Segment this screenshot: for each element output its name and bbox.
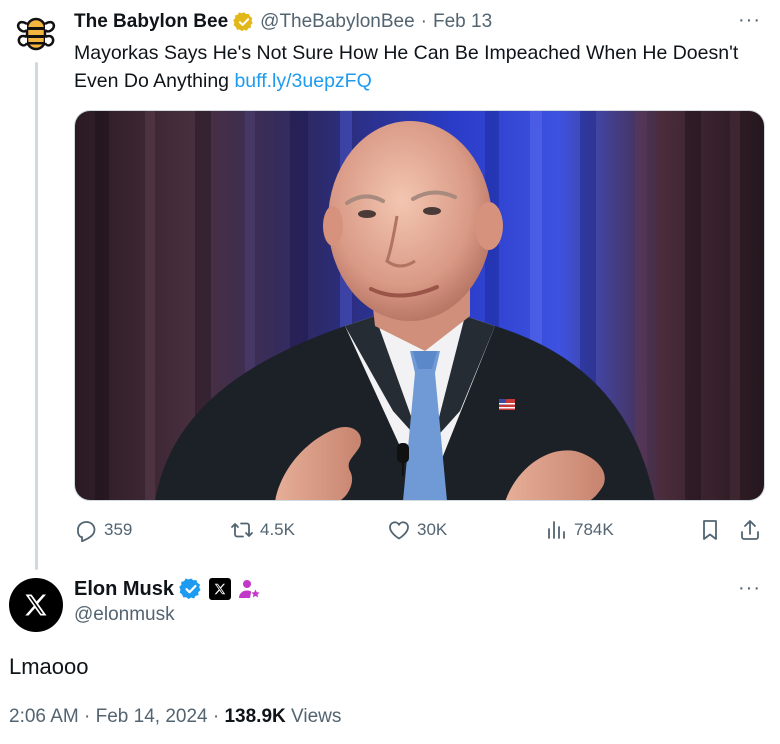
x-affiliate-badge-icon[interactable]	[209, 578, 232, 600]
quoted-tweet-header: The Babylon Bee @TheBabylonBee · Feb 13	[74, 11, 492, 33]
quoted-tweet-body: Mayorkas Says He's Not Sure How He Can B…	[74, 42, 739, 92]
tweet-meta: 2:06 AM · Feb 14, 2024 · 138.9K Views	[9, 706, 341, 728]
header-separator: ·	[420, 11, 427, 32]
like-button[interactable]: 30K	[387, 518, 447, 542]
views-count: 784K	[574, 520, 614, 539]
person-star-icon[interactable]	[237, 577, 261, 601]
reply-tweet-text: Lmaooo	[9, 654, 89, 679]
reply-more-options-icon[interactable]: ···	[738, 578, 761, 598]
bookmark-icon	[703, 520, 717, 540]
meta-separator-2: ·	[212, 706, 220, 727]
elon-musk-avatar[interactable]	[9, 578, 63, 632]
blue-verified-badge-icon[interactable]	[179, 577, 203, 601]
babylon-bee-avatar[interactable]	[12, 10, 60, 58]
share-icon	[741, 520, 759, 540]
bookmark-button[interactable]	[698, 518, 728, 542]
repost-button[interactable]: 4.5K	[230, 518, 295, 542]
views-button[interactable]: 784K	[544, 518, 614, 542]
reply-author-handle[interactable]: @elonmusk	[74, 604, 175, 626]
reply-count: 359	[104, 520, 133, 539]
quoted-author-name[interactable]: The Babylon Bee	[74, 11, 228, 33]
reply-icon	[77, 521, 96, 542]
reply-tweet-header: Elon Musk	[74, 577, 261, 601]
x-logo-icon	[25, 594, 47, 616]
quoted-tweet-text: Mayorkas Says He's Not Sure How He Can B…	[74, 39, 769, 95]
thread-connector-line	[35, 62, 38, 570]
reply-author-name[interactable]: Elon Musk	[74, 578, 174, 601]
reply-button[interactable]: 359	[74, 518, 132, 542]
gold-verified-badge-icon[interactable]	[233, 11, 255, 33]
tweet-time[interactable]: 2:06 AM	[9, 706, 79, 727]
tweet-date[interactable]: Feb 14, 2024	[96, 706, 208, 727]
quoted-author-handle[interactable]: @TheBabylonBee	[260, 11, 415, 33]
x-logo-small-icon	[214, 583, 226, 595]
quoted-tweet-link[interactable]: buff.ly/3uepzFQ	[234, 70, 371, 92]
repost-icon	[231, 522, 253, 538]
repost-count: 4.5K	[260, 520, 295, 539]
tweet-views-label: Views	[291, 706, 342, 727]
quoted-more-options-icon[interactable]: ···	[738, 10, 761, 30]
heart-icon	[389, 521, 409, 540]
photo-illustration	[75, 111, 764, 500]
babylon-bee-logo-icon	[12, 10, 60, 58]
quoted-tweet-actions: 359 4.5K 30K 784K	[74, 518, 766, 544]
share-button[interactable]	[738, 518, 768, 542]
views-chart-icon	[548, 521, 565, 539]
tweet-photo[interactable]	[74, 110, 765, 501]
like-count: 30K	[417, 520, 448, 539]
tweet-views-count: 138.9K	[224, 706, 286, 727]
meta-separator-1: ·	[84, 706, 91, 727]
quoted-tweet-date[interactable]: Feb 13	[433, 11, 492, 33]
